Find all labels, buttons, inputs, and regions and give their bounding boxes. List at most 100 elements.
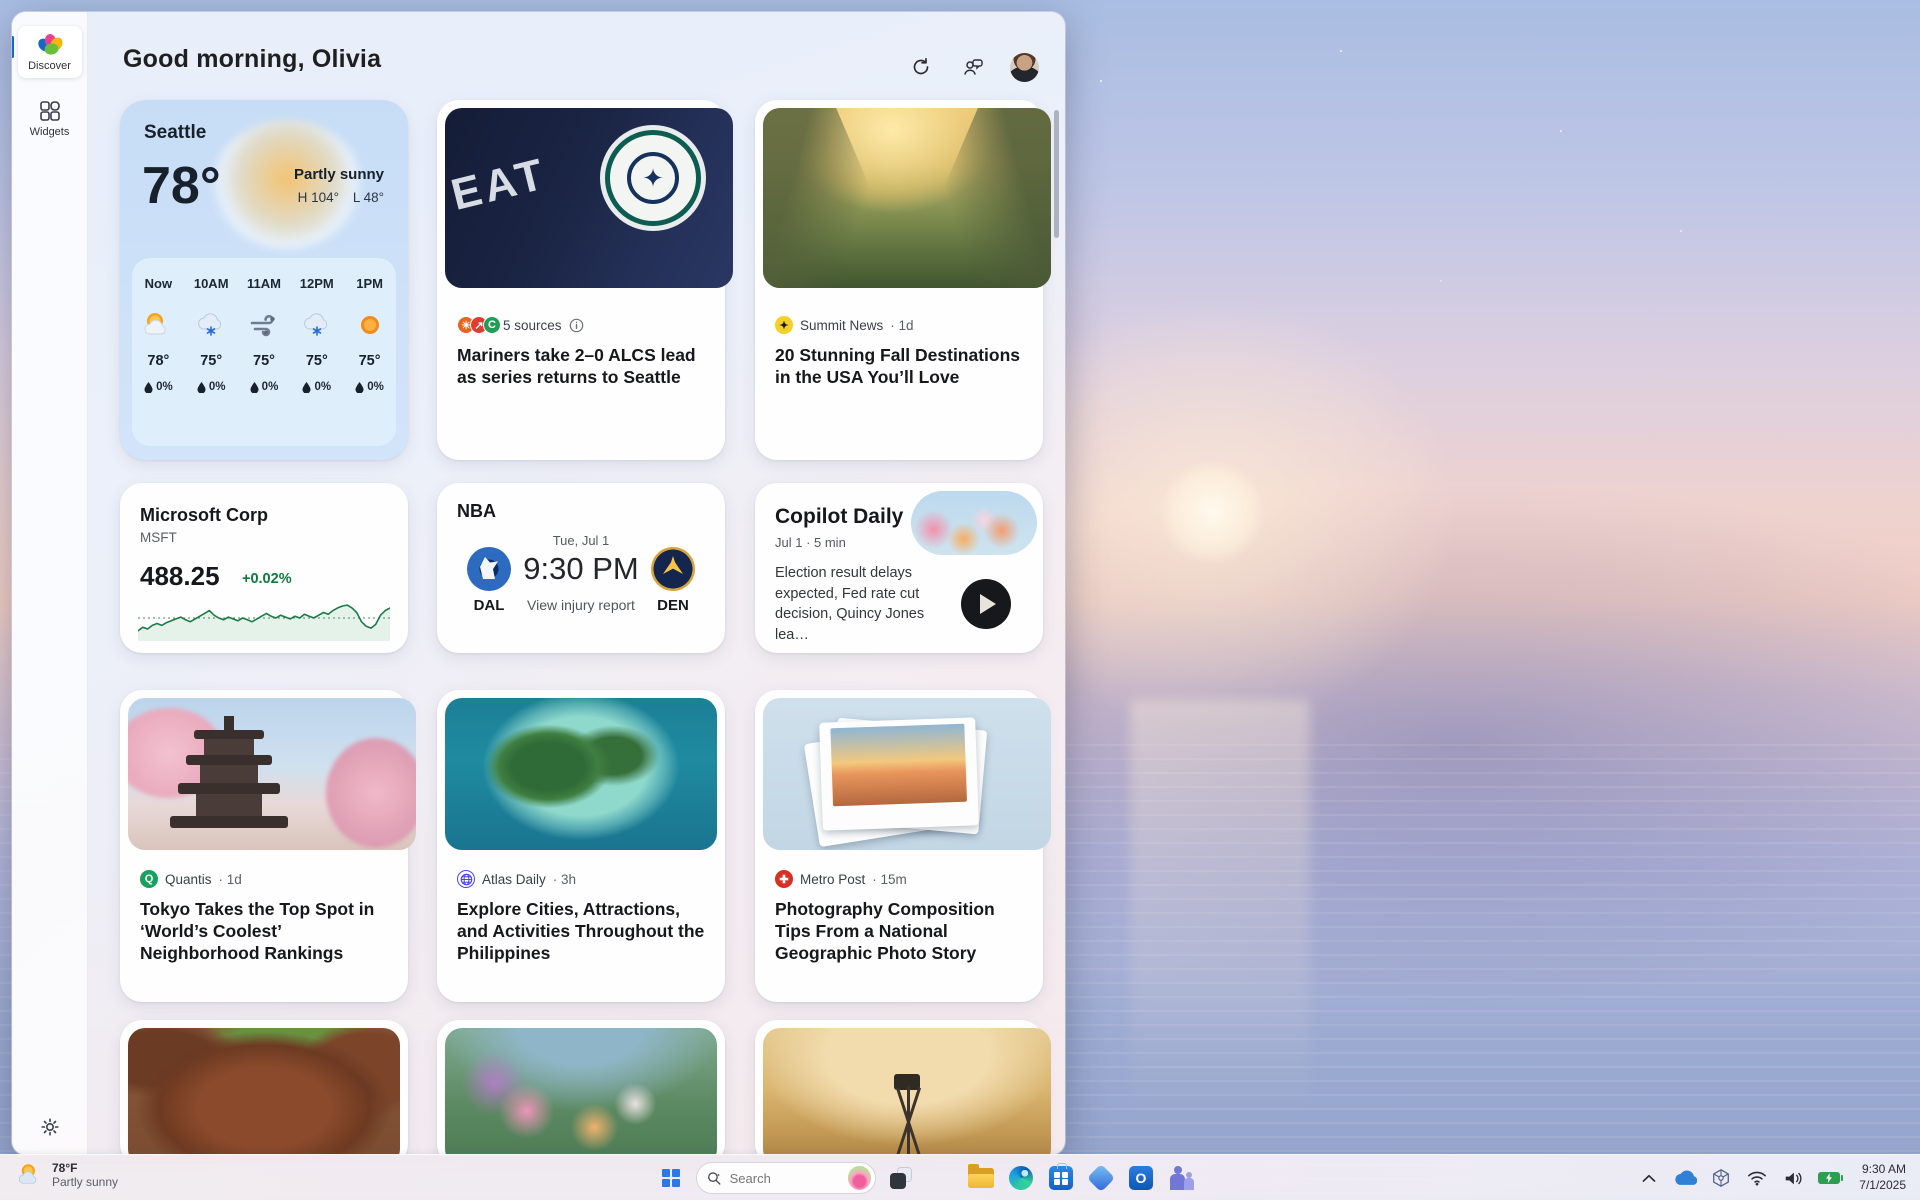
- widgets-label: Widgets: [18, 126, 82, 138]
- gear-icon: [40, 1117, 60, 1137]
- news-card-partial-flowers[interactable]: [437, 1020, 725, 1155]
- battery-button[interactable]: [1817, 1166, 1841, 1190]
- tray-date: 7/1/2025: [1859, 1178, 1906, 1194]
- droplet-icon: [355, 382, 364, 393]
- stock-card-msft[interactable]: Microsoft Corp MSFT 488.25 +0.02%: [120, 483, 408, 653]
- news-card-fall-destinations[interactable]: ✦ Summit News · 1d 20 Stunning Fall Dest…: [755, 100, 1043, 460]
- snow-cloud-icon: [194, 307, 228, 343]
- copilot-daily-card[interactable]: Copilot Daily Jul 1 · 5 min Election res…: [755, 483, 1043, 653]
- taskbar-search[interactable]: [696, 1162, 876, 1194]
- settings-button[interactable]: [12, 1117, 87, 1137]
- widgets-sidebar: Discover Widgets: [12, 12, 88, 1155]
- copilot-daily-meta: Jul 1 · 5 min: [775, 535, 846, 550]
- news-card-photography[interactable]: ✚ Metro Post · 15m Photography Compositi…: [755, 690, 1043, 1002]
- weather-card[interactable]: Seattle 78° Partly sunny H 104° L 48° No…: [120, 100, 408, 460]
- summit-news-icon: ✦: [775, 316, 793, 334]
- copilot-daily-title: Copilot Daily: [775, 505, 903, 529]
- hour-precip: 0%: [197, 381, 226, 393]
- taskbar-weather-temp: 78°F: [52, 1161, 118, 1175]
- sidebar-item-widgets[interactable]: Widgets: [18, 92, 82, 144]
- league-label: NBA: [457, 501, 496, 522]
- file-explorer-button[interactable]: [966, 1163, 996, 1193]
- news-card-tokyo[interactable]: Q Quantis · 1d Tokyo Takes the Top Spot …: [120, 690, 408, 1002]
- m365-copilot-button[interactable]: [1086, 1163, 1116, 1193]
- stock-change: +0.02%: [242, 571, 292, 587]
- taskbar-weather-condition: Partly sunny: [52, 1175, 118, 1189]
- weather-city: Seattle: [144, 122, 206, 144]
- source-name: Summit News: [800, 318, 883, 333]
- sun-icon: [355, 307, 385, 343]
- edge-icon: [1009, 1166, 1033, 1190]
- hour-label: 12PM: [300, 276, 334, 291]
- sidebar-item-discover[interactable]: Discover: [18, 26, 82, 78]
- pagoda-level: [200, 765, 258, 783]
- outlook-button[interactable]: [1126, 1163, 1156, 1193]
- info-icon[interactable]: [569, 318, 584, 333]
- pagoda-roof: [194, 730, 264, 739]
- mountain-right: [901, 108, 1051, 288]
- news-card-philippines[interactable]: Atlas Daily · 3h Explore Cities, Attract…: [437, 690, 725, 1002]
- hour-precip: 0%: [250, 381, 279, 393]
- outlook-icon: [1129, 1166, 1153, 1190]
- edge-browser-button[interactable]: [1006, 1163, 1036, 1193]
- nuggets-logo-icon: [651, 547, 695, 591]
- copilot-app-button[interactable]: [926, 1163, 956, 1193]
- feedback-icon: [962, 56, 984, 78]
- refresh-button[interactable]: [906, 52, 936, 82]
- pagoda-spire: [224, 716, 234, 730]
- teams-button[interactable]: [1166, 1163, 1196, 1193]
- forecast-hour: 12PM 75° 0%: [290, 258, 343, 446]
- source-name: Quantis: [165, 872, 212, 887]
- philippines-islands-image: [445, 698, 717, 850]
- wifi-button[interactable]: [1745, 1166, 1769, 1190]
- greeting-title: Good morning, Olivia: [123, 45, 381, 74]
- volume-button[interactable]: [1781, 1166, 1805, 1190]
- forecast-hour: 10AM 75° 0%: [185, 258, 238, 446]
- photo-print-top: [819, 717, 979, 830]
- headline: 20 Stunning Fall Destinations in the USA…: [775, 344, 1027, 388]
- teams-icon: [1168, 1166, 1194, 1190]
- hour-temp: 78°: [147, 353, 169, 369]
- team-away: DEN: [643, 547, 703, 614]
- task-view-button[interactable]: [886, 1163, 916, 1193]
- metro-post-icon: ✚: [775, 870, 793, 888]
- team-away-code: DEN: [643, 597, 703, 614]
- tray-overflow-button[interactable]: [1637, 1166, 1661, 1190]
- source-icons: ☀ ↗ C: [457, 316, 496, 334]
- game-date: Tue, Jul 1: [437, 533, 725, 548]
- environment-button[interactable]: [1709, 1166, 1733, 1190]
- taskbar-weather-widget[interactable]: 78°F Partly sunny: [10, 1159, 124, 1191]
- sources-label: 5 sources: [503, 318, 562, 333]
- news-card-mariners[interactable]: EAT ✦ ☀ ↗ C 5 sources Mariners take 2–0 …: [437, 100, 725, 460]
- droplet-icon: [250, 382, 259, 393]
- hourly-forecast: Now 78° 0% 10AM 75°: [132, 258, 396, 446]
- source-name: Atlas Daily: [482, 872, 546, 887]
- tray-time: 9:30 AM: [1859, 1162, 1906, 1178]
- user-avatar[interactable]: [1010, 53, 1039, 82]
- start-button[interactable]: [656, 1163, 686, 1193]
- forecast-hour: 11AM 75° 0%: [238, 258, 291, 446]
- panel-scrollbar[interactable]: [1054, 110, 1059, 238]
- microsoft-store-button[interactable]: [1046, 1163, 1076, 1193]
- nba-game-card[interactable]: NBA Tue, Jul 1 9:30 PM View injury repor…: [437, 483, 725, 653]
- news-card-partial-field[interactable]: [755, 1020, 1043, 1155]
- source-row: ☀ ↗ C 5 sources: [457, 316, 707, 334]
- headline: Mariners take 2–0 ALCS lead as series re…: [457, 344, 709, 388]
- windows-logo-icon: [662, 1169, 680, 1187]
- article-age: · 1d: [890, 318, 913, 333]
- refresh-icon: [911, 57, 931, 77]
- taskbar-center: [656, 1155, 1196, 1200]
- copilot-daily-image: [911, 491, 1037, 555]
- hour-precip: 0%: [144, 381, 173, 393]
- search-input[interactable]: [730, 1171, 840, 1186]
- hour-label: 1PM: [356, 276, 383, 291]
- cube-icon: [1711, 1168, 1731, 1188]
- news-card-partial-food[interactable]: [120, 1020, 408, 1155]
- onedrive-button[interactable]: [1673, 1166, 1697, 1190]
- header-actions: [906, 52, 1039, 82]
- feedback-button[interactable]: [958, 52, 988, 82]
- weather-condition: Partly sunny: [294, 166, 384, 183]
- clock[interactable]: 9:30 AM 7/1/2025: [1853, 1160, 1912, 1195]
- play-button[interactable]: [961, 579, 1011, 629]
- onedrive-cloud-icon: [1673, 1170, 1697, 1186]
